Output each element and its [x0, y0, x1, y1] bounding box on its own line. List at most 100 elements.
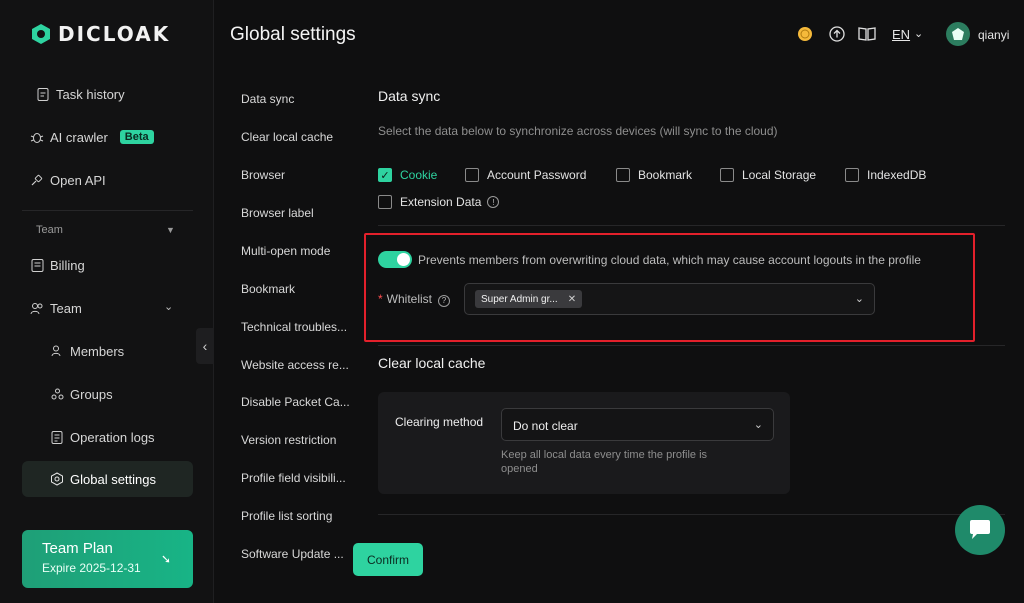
chat-icon	[970, 520, 990, 539]
overwrite-protection-toggle[interactable]	[378, 251, 412, 268]
checkbox-cookie[interactable]: ✓ Cookie	[378, 168, 437, 182]
page-title: Global settings	[230, 24, 356, 45]
sidebar-item-global-settings[interactable]: Global settings	[22, 461, 193, 497]
subnav-item-technical-troubleshooting[interactable]: Technical troubles...	[241, 320, 353, 334]
sidebar-item-ai-crawler[interactable]: AI crawler Beta	[30, 119, 193, 155]
subnav-item-profile-field-visibility[interactable]: Profile field visibili...	[241, 471, 353, 485]
subnav-item-disable-packet-capture[interactable]: Disable Packet Ca...	[241, 395, 353, 409]
whitelist-select[interactable]: Super Admin gr... ✕ ⌄	[464, 283, 875, 315]
sidebar-item-operation-logs[interactable]: Operation logs	[50, 419, 193, 455]
sidebar-item-label: Operation logs	[70, 429, 155, 445]
team-plan-card[interactable]: Team Plan Expire 2025-12-31 ➘	[22, 530, 193, 588]
info-icon[interactable]: !	[487, 196, 500, 208]
book-icon[interactable]	[858, 25, 876, 43]
section-divider	[378, 514, 1005, 515]
sidebar-item-label: Task history	[56, 86, 125, 102]
subnav-item-clear-local-cache[interactable]: Clear local cache	[241, 130, 353, 144]
clearing-method-select[interactable]: Do not clear ⌄	[501, 408, 774, 441]
sidebar-item-task-history[interactable]: Task history	[36, 76, 193, 112]
chevron-down-icon: ⌄	[753, 419, 763, 431]
username[interactable]: qianyi	[978, 28, 1009, 42]
clear-cache-card: Clearing method Do not clear ⌄ Keep all …	[378, 392, 790, 494]
sidebar: DICLOAK Task history AI crawler Beta Ope…	[0, 0, 214, 603]
subnav-item-multi-open-mode[interactable]: Multi-open mode	[241, 244, 353, 258]
close-icon[interactable]: ✕	[568, 294, 576, 305]
subnav-item-version-restriction[interactable]: Version restriction	[241, 433, 353, 447]
clear-cache-title: Clear local cache	[378, 355, 486, 371]
users-icon	[30, 301, 44, 315]
logo-text: DICLOAK	[58, 22, 171, 46]
whitelist-label-text: Whitelist	[386, 292, 433, 306]
checkbox-label: IndexedDB	[867, 168, 927, 182]
plan-title: Team Plan	[42, 540, 113, 557]
sidebar-divider	[22, 210, 193, 211]
language-selector[interactable]: EN	[892, 27, 910, 42]
subnav-item-profile-list-sorting[interactable]: Profile list sorting	[241, 509, 353, 523]
checkbox-label: Extension Data	[400, 195, 482, 209]
bug-icon	[30, 130, 44, 144]
required-asterisk: *	[378, 292, 383, 306]
chevron-down-icon[interactable]: ⌄	[914, 27, 923, 40]
checkbox-box	[378, 195, 392, 209]
plan-expire: Expire 2025-12-31	[42, 561, 141, 575]
logo-icon	[32, 24, 50, 44]
plug-icon	[30, 173, 44, 187]
checkbox-box	[616, 168, 630, 182]
sidebar-item-label: Billing	[50, 257, 85, 273]
checkbox-local-storage[interactable]: Local Storage	[720, 168, 816, 182]
subnav-item-browser-label[interactable]: Browser label	[241, 206, 353, 220]
billing-icon	[30, 258, 44, 272]
clearing-method-help: Keep all local data every time the profi…	[501, 449, 708, 475]
tag-label: Super Admin gr...	[481, 293, 558, 305]
logo[interactable]: DICLOAK	[30, 22, 170, 46]
coin-icon[interactable]	[796, 25, 814, 43]
sidebar-item-members[interactable]: Members	[50, 333, 193, 369]
chat-support-button[interactable]	[955, 505, 1005, 555]
section-divider	[378, 345, 1005, 346]
section-label-team: Team	[36, 224, 63, 236]
sidebar-item-billing[interactable]: Billing	[30, 247, 193, 283]
checkbox-indexeddb[interactable]: IndexedDB	[845, 168, 926, 182]
confirm-button[interactable]: Confirm	[353, 543, 423, 576]
subnav-item-bookmark[interactable]: Bookmark	[241, 282, 353, 296]
checkbox-bookmark[interactable]: Bookmark	[616, 168, 692, 182]
sidebar-item-open-api[interactable]: Open API	[30, 162, 193, 198]
checkbox-extension-data[interactable]: Extension Data !	[378, 195, 500, 209]
question-icon[interactable]: ?	[438, 294, 451, 307]
checkbox-label: Account Password	[487, 168, 587, 182]
document-icon	[36, 87, 50, 101]
chevron-down-icon: ⌄	[854, 293, 864, 305]
sidebar-item-label: Groups	[70, 386, 113, 402]
checkbox-account-password[interactable]: Account Password	[465, 168, 586, 182]
sidebar-item-label: Members	[70, 343, 125, 359]
upload-icon[interactable]	[828, 25, 846, 43]
subnav-item-data-sync[interactable]: Data sync	[241, 92, 353, 106]
sidebar-item-team[interactable]: Team ⌄	[30, 290, 193, 326]
checkbox-label: Cookie	[400, 168, 438, 182]
check-icon: ✓	[378, 168, 392, 182]
arrow-down-right-icon: ➘	[160, 552, 171, 566]
sidebar-item-label: AI crawler	[50, 129, 108, 145]
avatar[interactable]	[946, 22, 970, 46]
sidebar-item-label: Team	[50, 300, 82, 316]
log-icon	[50, 430, 64, 444]
chevron-left-icon: ‹	[202, 338, 208, 354]
toggle-label: Prevents members from overwriting cloud …	[418, 253, 921, 267]
caret-down-icon[interactable]: ▼	[166, 225, 175, 235]
checkbox-box	[720, 168, 734, 182]
chevron-down-icon: ⌄	[164, 301, 174, 313]
sidebar-item-label: Global settings	[70, 471, 156, 487]
data-sync-title: Data sync	[378, 88, 441, 104]
select-value: Do not clear	[513, 419, 578, 433]
data-sync-description: Select the data below to synchronize acr…	[378, 124, 778, 138]
collapse-sidebar-button[interactable]: ‹	[196, 328, 214, 364]
subnav-item-website-access[interactable]: Website access re...	[241, 358, 353, 372]
checkbox-box	[465, 168, 479, 182]
whitelist-tag: Super Admin gr... ✕	[475, 290, 583, 308]
subnav-item-browser[interactable]: Browser	[241, 168, 353, 182]
subnav-item-software-update[interactable]: Software Update ...	[241, 547, 353, 561]
whitelist-label: * Whitelist?	[378, 292, 451, 307]
sidebar-item-label: Open API	[50, 172, 106, 188]
sidebar-item-groups[interactable]: Groups	[50, 376, 193, 412]
hexagon-settings-icon	[50, 472, 64, 486]
